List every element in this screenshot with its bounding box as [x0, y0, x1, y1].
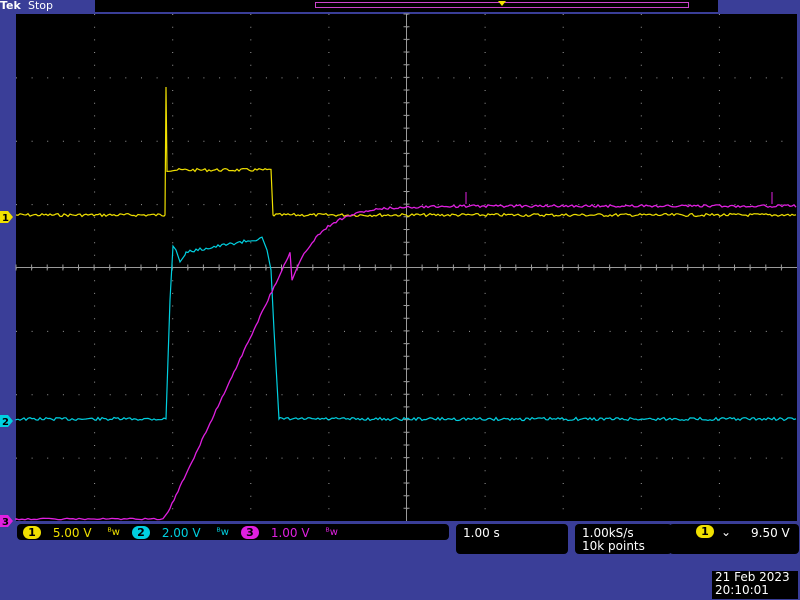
bandwidth-limit-icon: ᴮw: [325, 526, 338, 538]
time-text: 20:10:01: [715, 583, 769, 597]
channel-readout-box[interactable]: 1 5.00 V ᴮw 2 2.00 V ᴮw 3 1.00 V ᴮw: [17, 524, 449, 540]
timebase-readout-box[interactable]: 1.00 s: [456, 524, 568, 554]
sample-rate: 1.00kS/s: [582, 526, 634, 540]
bandwidth-limit-icon: ᴮw: [216, 526, 229, 538]
trigger-level: 9.50 V: [751, 526, 790, 540]
ch3-ground-marker: 3: [0, 515, 13, 528]
ch2-marker-label: 2: [2, 417, 9, 428]
falling-edge-icon: ⌄: [721, 525, 732, 539]
ch2-ground-marker: 2: [0, 415, 13, 428]
ch2-chip[interactable]: 2: [132, 526, 150, 539]
timestamp: 21 Feb 2023 20:10:01: [712, 571, 798, 599]
trigger-readout-box[interactable]: 1 ⌄ 9.50 V: [669, 524, 799, 554]
readout-panel: 1 5.00 V ᴮw 2 2.00 V ᴮw 3 1.00 V ᴮw 1.00…: [13, 523, 800, 600]
ch1-scale: 5.00 V: [52, 525, 92, 540]
waveform-display: 1 2 3: [0, 13, 797, 528]
ch3-scale: 1.00 V: [270, 525, 310, 540]
ch1-chip[interactable]: 1: [23, 526, 41, 539]
ch1-ground-marker: 1: [0, 211, 13, 224]
trigger-source-chip: 1: [696, 525, 714, 538]
ch1-marker-label: 1: [2, 213, 9, 224]
bandwidth-limit-icon: ᴮw: [107, 526, 120, 538]
record-length: 10k points: [582, 539, 645, 553]
acquisition-readout-box[interactable]: 1.00kS/s 10k points: [575, 524, 672, 554]
timebase-scale: 1.00 s: [463, 526, 500, 540]
ch3-chip[interactable]: 3: [241, 526, 259, 539]
ch2-scale: 2.00 V: [161, 525, 201, 540]
ch3-marker-label: 3: [2, 517, 9, 528]
channel-markers: 1 2 3: [0, 211, 13, 528]
